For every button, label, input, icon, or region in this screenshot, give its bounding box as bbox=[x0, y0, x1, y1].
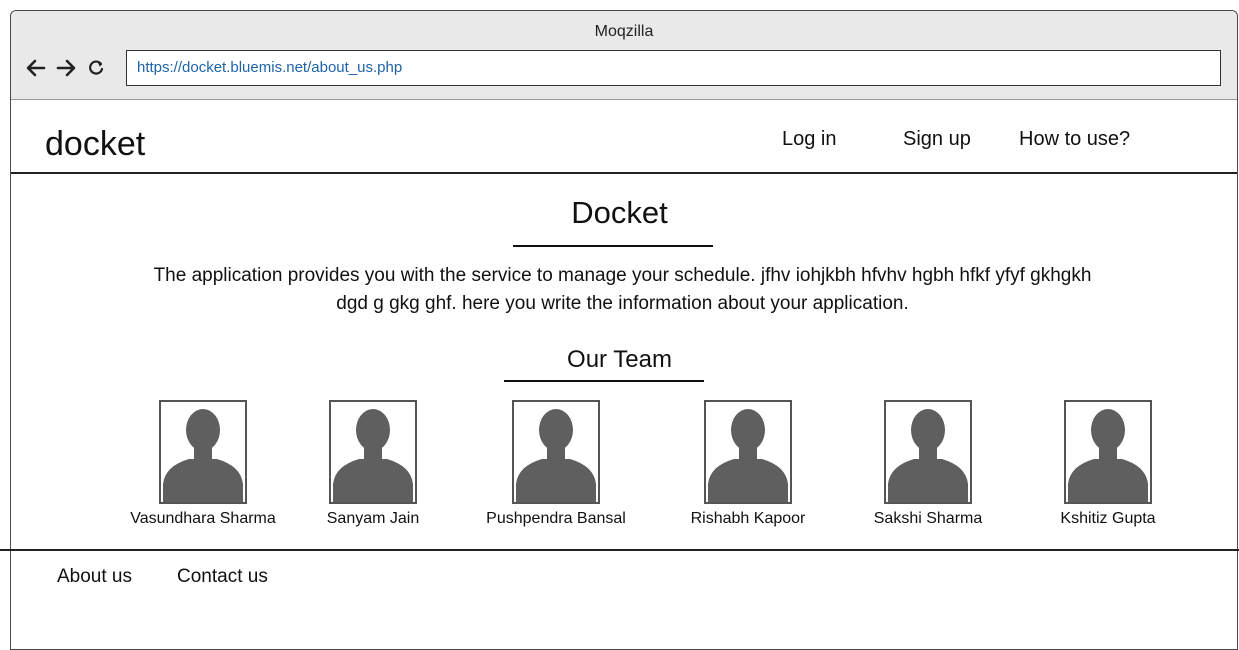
member-name: Sakshi Sharma bbox=[873, 510, 983, 527]
team-member: Sanyam Jain bbox=[273, 400, 473, 528]
team-member: Rishabh Kapoor bbox=[648, 400, 848, 528]
team-member: Pushpendra Bansal bbox=[456, 400, 656, 528]
avatar bbox=[884, 400, 972, 504]
nav-sign-up[interactable]: Sign up bbox=[903, 128, 971, 151]
page-title: Docket bbox=[571, 195, 668, 230]
team-member: Kshitiz Gupta bbox=[1008, 400, 1208, 528]
footer-about-us-link[interactable]: About us bbox=[57, 566, 132, 588]
footer-contact-us-link[interactable]: Contact us bbox=[177, 566, 268, 588]
window-title: Moqzilla bbox=[594, 23, 654, 40]
reload-button[interactable] bbox=[85, 57, 107, 79]
avatar bbox=[704, 400, 792, 504]
person-icon bbox=[888, 409, 968, 502]
person-icon bbox=[708, 409, 788, 502]
app-description: The application provides you with the se… bbox=[153, 265, 1092, 314]
avatar bbox=[159, 400, 247, 504]
person-icon bbox=[1068, 409, 1148, 502]
avatar bbox=[1064, 400, 1152, 504]
person-icon bbox=[516, 409, 596, 502]
url-bar[interactable]: https://docket.bluemis.net/about_us.php bbox=[126, 50, 1221, 86]
arrow-left-icon bbox=[26, 59, 46, 77]
site-header: docket Log in Sign up How to use? bbox=[11, 100, 1237, 174]
browser-titlebar: Moqzilla https://docket.bluemis.net/abou… bbox=[11, 11, 1237, 100]
person-icon bbox=[333, 409, 413, 502]
team-title: Our Team bbox=[567, 346, 672, 373]
member-name: Rishabh Kapoor bbox=[690, 510, 806, 527]
avatar bbox=[329, 400, 417, 504]
nav-how-to-use[interactable]: How to use? bbox=[1019, 128, 1130, 151]
team-title-underline bbox=[504, 380, 704, 382]
forward-button[interactable] bbox=[55, 57, 77, 79]
arrow-right-icon bbox=[56, 59, 76, 77]
avatar bbox=[512, 400, 600, 504]
member-name: Pushpendra Bansal bbox=[486, 510, 626, 527]
title-underline bbox=[513, 245, 713, 247]
browser-nav-buttons bbox=[25, 57, 107, 79]
team-member: Sakshi Sharma bbox=[828, 400, 1028, 528]
person-icon bbox=[163, 409, 243, 502]
site-footer: About us Contact us bbox=[0, 549, 1239, 610]
back-button[interactable] bbox=[25, 57, 47, 79]
member-name: Kshitiz Gupta bbox=[1060, 510, 1156, 527]
reload-icon bbox=[89, 60, 104, 75]
site-logo[interactable]: docket bbox=[45, 125, 145, 164]
member-name: Sanyam Jain bbox=[326, 510, 420, 527]
nav-log-in[interactable]: Log in bbox=[782, 128, 837, 151]
